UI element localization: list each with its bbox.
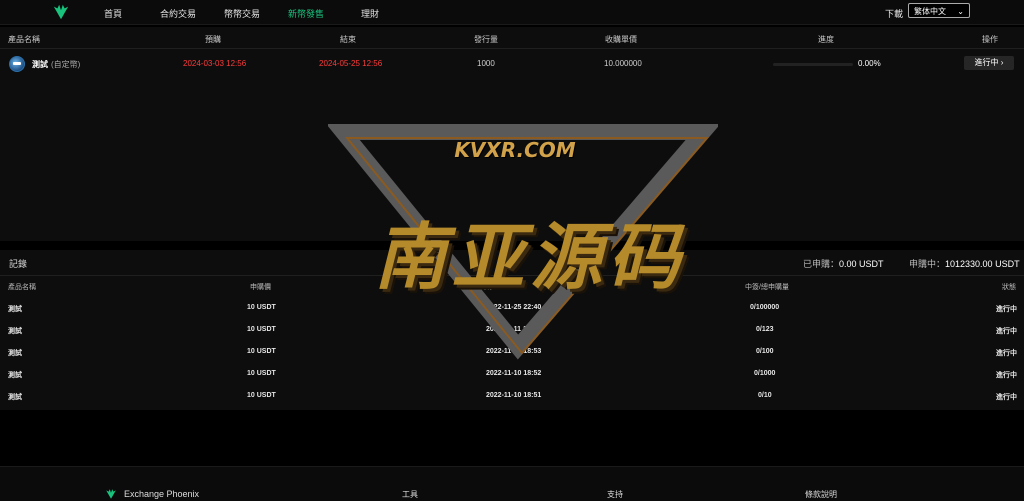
footer-col-tools[interactable]: 工具 [402,489,418,500]
download-link[interactable]: 下載 [885,7,903,20]
rec-status: 進行中 [996,372,1017,379]
rec-header-status: 狀態 [1002,284,1016,291]
header-supply: 發行量 [474,35,498,44]
phoenix-logo-icon[interactable] [52,3,70,21]
table-row: 測試 10 USDT 2022-11-25 22:40 0/100000 進行中 [0,302,1024,324]
rec-name: 測試 [8,328,22,335]
rec-time: 2022-11-10 18:52 [486,370,542,377]
subscribed-label: 已申購： [803,259,840,269]
nav-spot-trading[interactable]: 幣幣交易 [224,7,260,20]
footer-col-support[interactable]: 支持 [607,489,623,500]
header-product-name: 產品名稱 [8,35,40,44]
applying-label: 申購中： [909,259,946,269]
coin-icon [9,56,25,72]
nav-contract-trading[interactable]: 合約交易 [160,7,196,20]
progress-value: 0.00% [858,59,881,68]
footer-col-terms[interactable]: 條款說明 [805,489,837,500]
header-progress: 進度 [818,35,834,44]
header-action: 操作 [982,35,998,44]
rec-ratio: 0/100000 [750,304,780,311]
rec-header-name: 產品名稱 [8,284,36,291]
table-row: 測試 10 USDT 2022-11-10 18:51 0/10 進行中 [0,390,1024,412]
rec-name: 測試 [8,372,22,379]
rec-header-price: 申購價 [250,284,271,291]
subscribed-summary: 已申購：0.00 USDT [803,257,884,270]
rec-status: 進行中 [996,394,1017,401]
footer: Exchange Phoenix 工具 支持 條款說明 [0,466,1024,501]
records-title: 記錄 [9,259,28,269]
rec-header-ratio: 中簽/總申購量 [745,284,789,291]
rec-ratio: 0/100 [756,348,774,355]
rec-time: 2022-11-10 18:51 [486,392,542,399]
rec-ratio: 0/123 [756,326,774,333]
nav-home[interactable]: 首頁 [104,7,122,20]
table-row: 測試 10 USDT 2022-11-10 18:52 0/1000 進行中 [0,368,1024,390]
rec-price: 10 USDT [247,304,276,311]
rec-price: 10 USDT [247,348,276,355]
rec-ratio: 0/10 [758,392,772,399]
divider [0,48,1024,49]
rec-name: 測試 [8,350,22,357]
chevron-down-icon: ⌄ [957,7,964,16]
rec-price: 10 USDT [247,326,276,333]
rec-status: 進行中 [996,350,1017,357]
header-price: 收購單價 [605,35,637,44]
table-row: 測試 10 USDT 2022-11-11 15:20 0/123 進行中 [0,324,1024,346]
product-name[interactable]: 測試 [32,59,48,70]
footer-brand: Exchange Phoenix [124,489,200,499]
nav-finance[interactable]: 理財 [361,7,379,20]
presale-time: 2024-03-03 12:56 [183,59,247,68]
rec-time: 2022-11-11 15:20 [486,326,541,333]
watermark-text: 南亚源码 [373,215,686,299]
rec-status: 進行中 [996,306,1017,313]
in-progress-button[interactable]: 進行中 › [964,56,1014,70]
header-presale: 預購 [205,35,221,44]
table-row: 測試 10 USDT 2022-11-10 18:53 0/100 進行中 [0,346,1024,368]
end-time: 2024-05-25 12:56 [319,59,383,68]
chevron-right-icon: › [998,58,1004,67]
phoenix-logo-icon [106,489,116,499]
rec-name: 測試 [8,306,22,313]
rec-ratio: 0/1000 [754,370,776,377]
progress-bar [773,63,853,66]
supply-value: 1000 [477,59,495,68]
rec-price: 10 USDT [247,370,276,377]
price-value: 10.000000 [604,59,642,68]
top-nav: 首頁 合約交易 幣幣交易 新幣發售 理財 下載 繁体中文 ⌄ [0,0,1024,25]
applying-value: 1012330.00 USDT [945,259,1020,269]
in-progress-label: 進行中 [974,58,999,67]
watermark-site: KVXR.COM [454,138,576,162]
product-tag: (自定幣) [51,60,81,69]
rec-name: 測試 [8,394,22,401]
rec-time: 2022-11-10 18:53 [486,348,542,355]
subscribed-value: 0.00 USDT [839,259,884,269]
applying-summary: 申購中：1012330.00 USDT [909,257,1020,270]
rec-time: 2022-11-25 22:40 [486,304,542,311]
header-end: 結束 [340,35,356,44]
language-value: 繁体中文 [914,7,946,16]
rec-status: 進行中 [996,328,1017,335]
nav-new-coin-offering[interactable]: 新幣發售 [288,7,324,20]
rec-price: 10 USDT [247,392,276,399]
language-select[interactable]: 繁体中文 ⌄ [908,3,970,18]
